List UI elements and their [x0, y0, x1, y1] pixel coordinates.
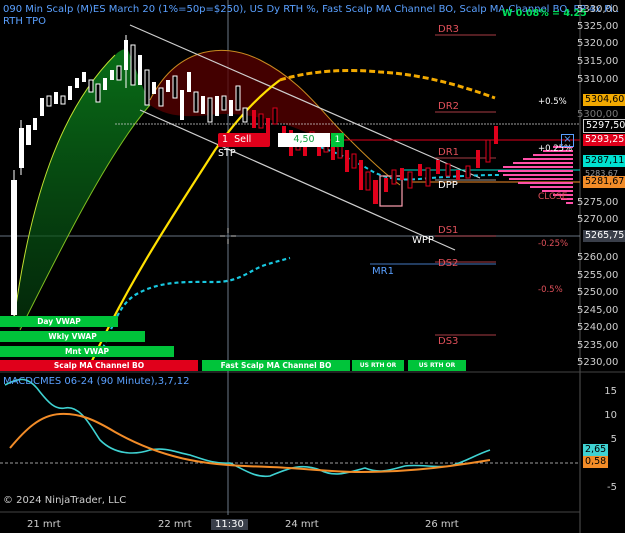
price-tick: 5275,00: [577, 197, 619, 208]
price-tick: 5270,00: [577, 214, 619, 225]
price-tag-orange: 5281,67: [583, 176, 625, 188]
price-tag-gold: 5304,60: [583, 94, 625, 106]
macd-line: [4, 378, 491, 478]
label-close: CLOSE: [538, 192, 568, 202]
price-tick: 5315,00: [577, 56, 619, 67]
label-dpp: DPP: [438, 180, 458, 191]
pct-readout: W 0.08% = 4.25: [502, 8, 587, 19]
time-tick: 24 mrt: [285, 519, 319, 530]
price-tick: 5325,00: [577, 21, 619, 32]
sell-stop-button[interactable]: 1 Sell STP: [218, 133, 270, 159]
label-ds1: DS1: [438, 225, 459, 236]
label-mr1: MR1: [372, 266, 394, 277]
cancel-order-icon[interactable]: ×: [561, 134, 574, 147]
price-tag-crosshair: 5265,75: [583, 230, 625, 242]
bar-fast-channel: Fast Scalp MA Channel BO: [202, 360, 350, 371]
macd-tag-cyan: 2,65: [583, 444, 609, 456]
label-wpp: WPP: [412, 235, 434, 246]
order-qty: 1: [222, 134, 229, 145]
macd-title: MACDCMES 06-24 (90 Minute),3,7,12: [3, 376, 190, 387]
time-tick: 26 mrt: [425, 519, 459, 530]
price-tick: 5330,00: [577, 4, 619, 15]
chart-canvas[interactable]: [0, 0, 625, 533]
order-price-field[interactable]: 4,50: [278, 133, 330, 147]
bar-scalp-channel: Scalp MA Channel BO: [0, 360, 198, 371]
price-tag-white: 5297,50: [583, 119, 625, 133]
time-tick: 22 mrt: [158, 519, 192, 530]
price-tick: 5250,00: [577, 287, 619, 298]
chart-subtitle: RTH TPO: [3, 16, 47, 27]
label-dr3: DR3: [438, 24, 460, 35]
price-tick: 5245,00: [577, 305, 619, 316]
macd-tick: -5: [607, 482, 617, 493]
bar-us-rth-or-2: US RTH OR: [408, 360, 466, 371]
bar-day-vwap: Day VWAP: [0, 316, 118, 327]
label-ds3: DS3: [438, 336, 459, 347]
label-dr1: DR1: [438, 147, 460, 158]
order-qty-badge[interactable]: 1: [331, 133, 344, 147]
price-tick: 5310,00: [577, 74, 619, 85]
bar-us-rth-or-1: US RTH OR: [352, 360, 404, 371]
price-tick: 5240,00: [577, 322, 619, 333]
chart-window: 090 Min Scalp (M)ES March 20 (1%=50p=$25…: [0, 0, 625, 533]
bar-mnt-vwap: Mnt VWAP: [0, 346, 174, 357]
price-tick: 5260,00: [577, 252, 619, 263]
ma-line-gold-dashed: [279, 68, 496, 100]
price-tick: 5320,00: [577, 38, 619, 49]
macd-tick: 15: [604, 386, 617, 397]
macd-tag-orange: 0,58: [583, 456, 609, 468]
time-tick: 21 mrt: [27, 519, 61, 530]
label-ds2: DS2: [438, 258, 459, 269]
copyright-text: © 2024 NinjaTrader, LLC: [3, 495, 127, 506]
price-tick: 5230,00: [577, 357, 619, 368]
time-tag-crosshair: 11:30: [211, 519, 248, 530]
label-dr2: DR2: [438, 101, 460, 112]
macd-tick: 10: [604, 410, 617, 421]
price-tag-cyan: 5287,11: [583, 155, 625, 167]
label-minus-025: -0.25%: [538, 239, 569, 249]
price-tick: 5255,00: [577, 270, 619, 281]
price-tick: 5235,00: [577, 340, 619, 351]
label-minus-05: -0.5%: [538, 285, 563, 295]
label-plus-05: +0.5%: [538, 97, 567, 107]
order-widget[interactable]: 1 Sell STP 4,50 1: [218, 133, 346, 159]
bar-wkly-vwap: Wkly VWAP: [0, 331, 145, 342]
price-tag-red: 5293,25: [583, 134, 625, 146]
